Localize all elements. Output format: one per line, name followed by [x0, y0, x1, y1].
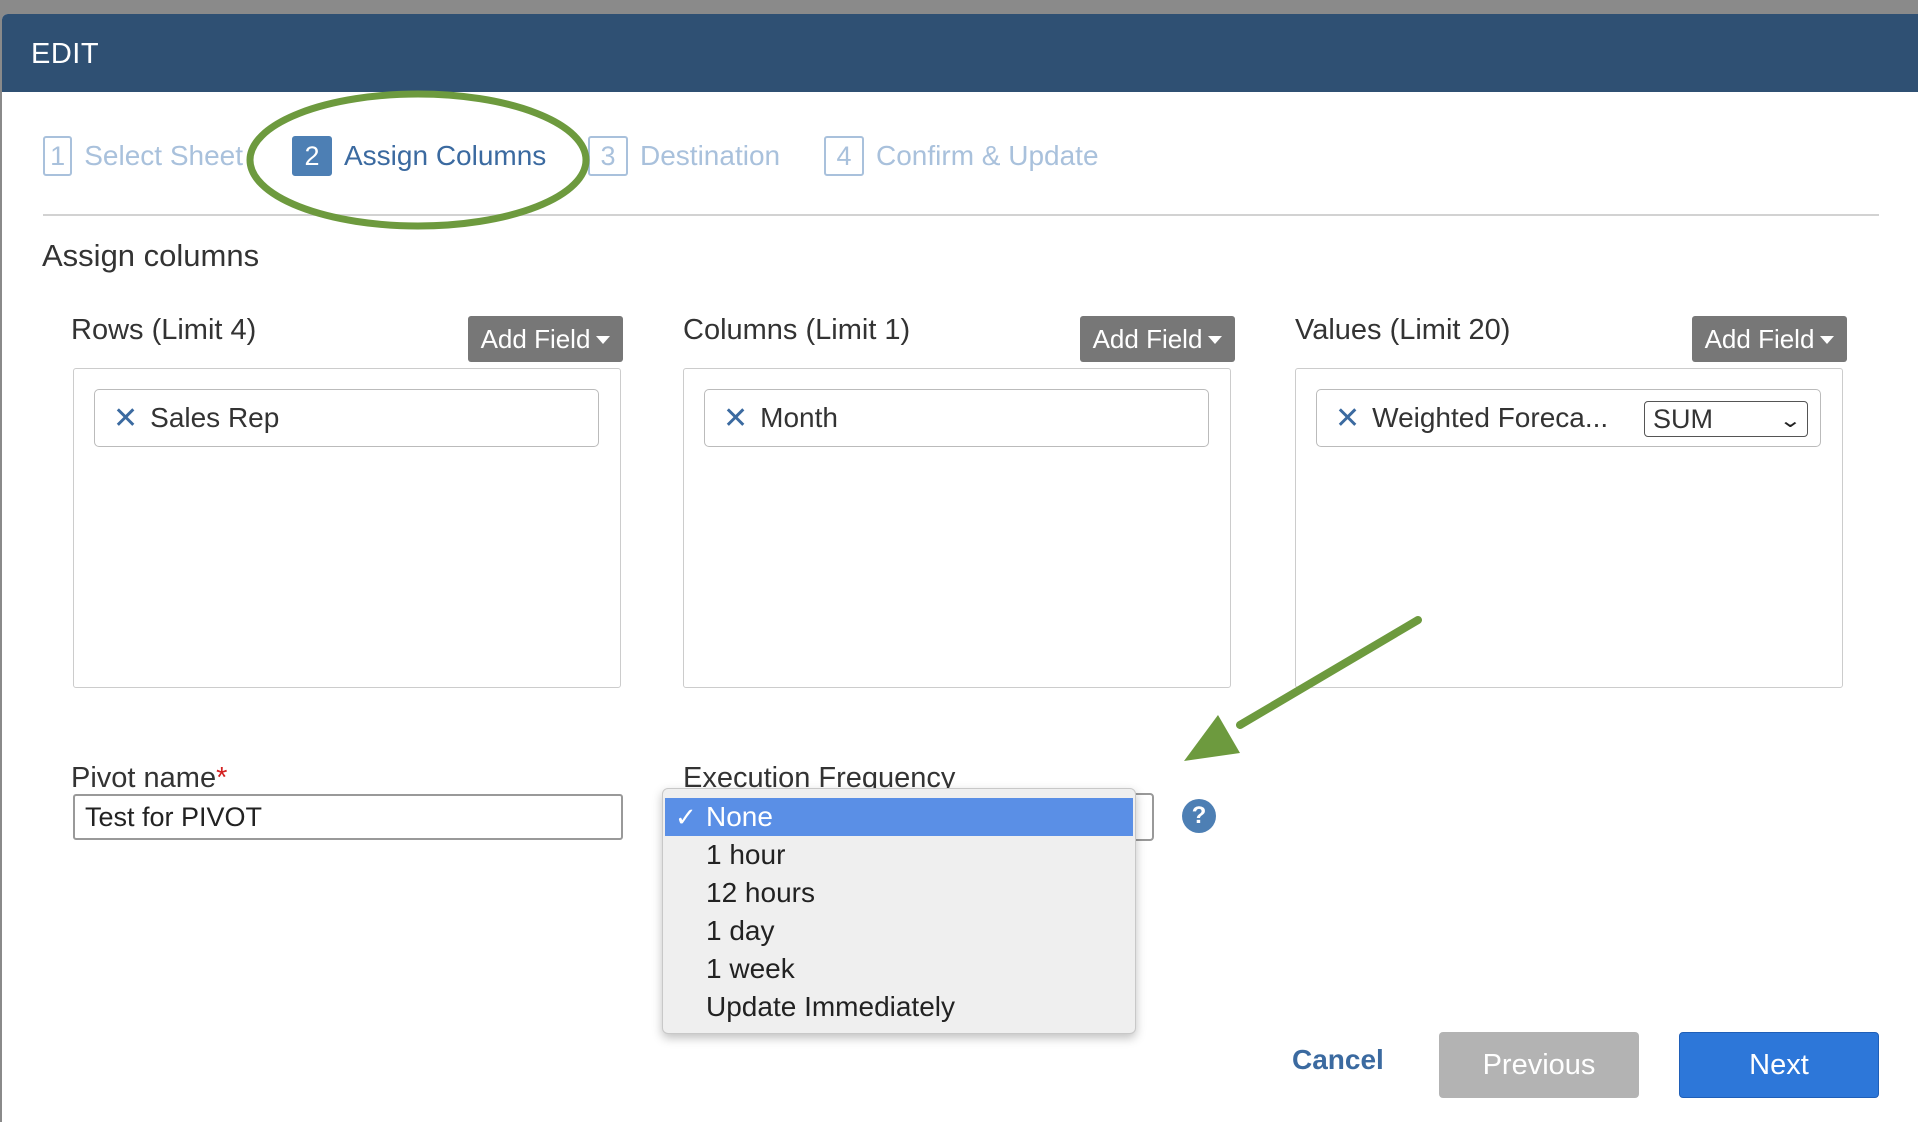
option-12-hours[interactable]: 12 hours — [663, 874, 1135, 912]
aggregate-value: SUM — [1653, 403, 1713, 434]
step-assign-columns[interactable]: 2 Assign Columns — [292, 134, 546, 178]
execution-frequency-dropdown[interactable]: ✓ None 1 hour 12 hours 1 day 1 week Upda… — [662, 788, 1136, 1034]
pivot-name-label-text: Pivot name — [71, 762, 217, 794]
aggregate-select[interactable]: SUM ⌄ — [1644, 401, 1808, 437]
step-label: Select Sheet — [84, 140, 243, 171]
pivot-name-input[interactable]: Test for PIVOT — [73, 794, 623, 840]
caret-down-icon — [1208, 336, 1223, 344]
step-label: Destination — [640, 140, 781, 171]
rows-drop-zone[interactable]: ✕ Sales Rep — [73, 368, 621, 688]
previous-button[interactable]: Previous — [1439, 1032, 1639, 1098]
step-label: Assign Columns — [344, 140, 547, 171]
step-select-sheet[interactable]: 1 Select Sheet — [43, 134, 243, 178]
steps-divider — [43, 214, 1879, 216]
values-panel-title: Values (Limit 20) — [1295, 314, 1511, 346]
option-label: None — [706, 801, 773, 832]
cancel-link[interactable]: Cancel — [1292, 1044, 1384, 1076]
chip-label: Weighted Foreca... — [1372, 402, 1609, 433]
checkmark-icon: ✓ — [675, 801, 697, 832]
rows-add-field-button[interactable]: Add Field — [468, 316, 623, 362]
columns-field-chip[interactable]: ✕ Month — [704, 389, 1209, 447]
step-destination[interactable]: 3 Destination — [588, 134, 780, 178]
remove-icon[interactable]: ✕ — [113, 401, 138, 436]
pivot-name-label: Pivot name* — [71, 762, 227, 795]
option-none[interactable]: ✓ None — [665, 798, 1133, 836]
remove-icon[interactable]: ✕ — [723, 401, 748, 436]
columns-add-field-button[interactable]: Add Field — [1080, 316, 1235, 362]
values-add-field-button[interactable]: Add Field — [1692, 316, 1847, 362]
values-drop-zone[interactable]: ✕ Weighted Foreca... SUM ⌄ — [1295, 368, 1843, 688]
caret-down-icon — [596, 336, 611, 344]
caret-down-icon — [1820, 336, 1835, 344]
add-field-label: Add Field — [1092, 323, 1203, 354]
step-confirm-update[interactable]: 4 Confirm & Update — [824, 134, 1099, 178]
required-mark: * — [216, 762, 228, 794]
section-title: Assign columns — [42, 238, 260, 273]
rows-field-chip[interactable]: ✕ Sales Rep — [94, 389, 599, 447]
next-button[interactable]: Next — [1679, 1032, 1879, 1098]
edit-dialog: EDIT 1 Select Sheet 2 Assign Columns 3 D… — [2, 14, 1918, 1122]
help-icon[interactable]: ? — [1182, 799, 1216, 833]
option-update-immediately[interactable]: Update Immediately — [663, 988, 1135, 1026]
step-number: 2 — [292, 136, 332, 176]
remove-icon[interactable]: ✕ — [1335, 401, 1360, 436]
dialog-title: EDIT — [31, 38, 100, 70]
chip-label: Month — [760, 402, 838, 433]
add-field-label: Add Field — [480, 323, 591, 354]
step-number: 3 — [588, 136, 628, 176]
option-1-week[interactable]: 1 week — [663, 950, 1135, 988]
columns-panel-title: Columns (Limit 1) — [683, 314, 911, 346]
dialog-header: EDIT — [2, 14, 1918, 92]
option-1-hour[interactable]: 1 hour — [663, 836, 1135, 874]
option-1-day[interactable]: 1 day — [663, 912, 1135, 950]
columns-drop-zone[interactable]: ✕ Month — [683, 368, 1231, 688]
step-number: 4 — [824, 136, 864, 176]
add-field-label: Add Field — [1704, 323, 1815, 354]
step-label: Confirm & Update — [876, 140, 1099, 171]
step-number: 1 — [43, 136, 73, 176]
rows-panel-title: Rows (Limit 4) — [71, 314, 257, 346]
values-field-chip[interactable]: ✕ Weighted Foreca... SUM ⌄ — [1316, 389, 1821, 447]
chevron-down-icon: ⌄ — [1778, 410, 1803, 432]
chip-label: Sales Rep — [150, 402, 280, 433]
